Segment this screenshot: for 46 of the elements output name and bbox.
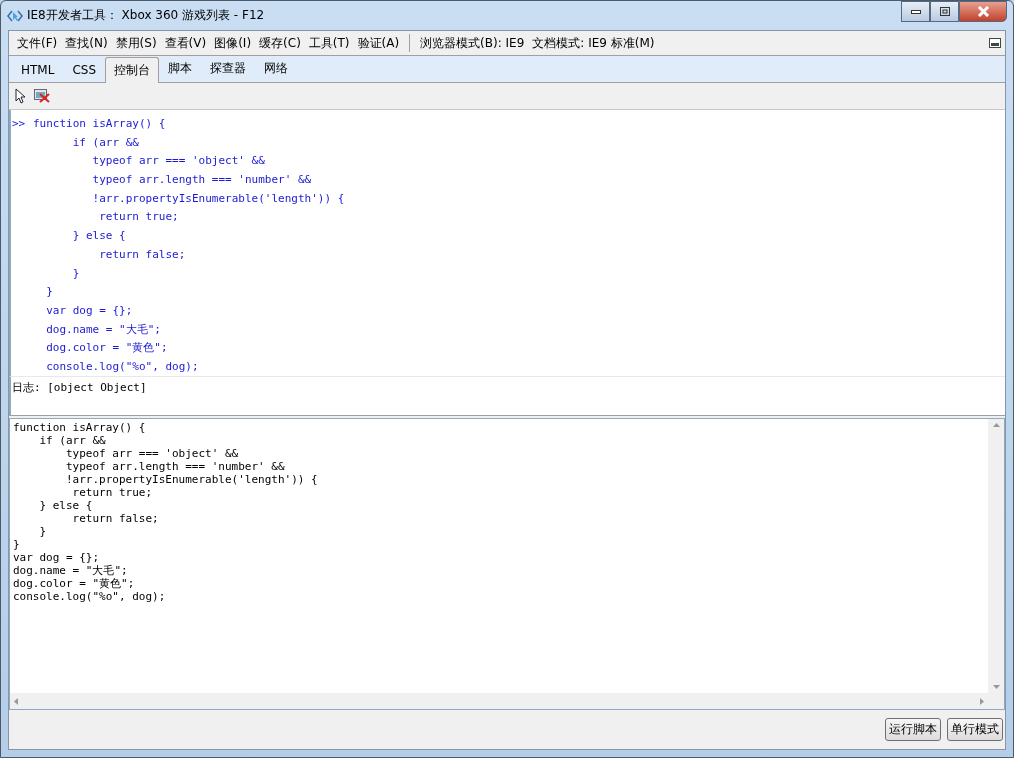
mode-menu-item[interactable]: 文档模式: IE9 标准(M) — [528, 34, 659, 52]
menu-item[interactable]: 图像(I) — [210, 34, 256, 52]
close-button[interactable] — [959, 1, 1007, 22]
menu-item[interactable]: 查看(V) — [160, 34, 211, 52]
menu-item[interactable]: 工具(T) — [304, 34, 354, 52]
menu-item[interactable]: 缓存(C) — [255, 34, 305, 52]
close-icon — [976, 6, 990, 17]
menu-item[interactable]: 文件(F) — [13, 34, 62, 52]
console-code-line: function isArray() { — [33, 116, 166, 130]
tab[interactable]: CSS — [63, 58, 106, 82]
tab[interactable]: 控制台 — [105, 57, 160, 83]
console-code-line: } — [45, 285, 53, 299]
tab[interactable]: HTML — [12, 58, 64, 82]
console-code-line: !arr.propertyIsEnumerable('length')) { — [91, 191, 345, 205]
console-code-line: return false; — [98, 247, 186, 261]
console-code-line: return true; — [98, 210, 179, 224]
minimize-icon — [910, 9, 921, 14]
console-code-line: var dog = {}; — [45, 304, 133, 318]
console-code-line: if (arr && — [71, 135, 139, 149]
pointer-icon[interactable] — [15, 88, 26, 104]
window-title: IE8开发者工具： Xbox 360 游戏列表 - F12 — [27, 7, 266, 24]
console-code-line: typeof arr.length === 'number' && — [91, 173, 312, 186]
menu-item[interactable]: 验证(A) — [353, 34, 404, 52]
minimize-button[interactable] — [901, 1, 930, 22]
action-button[interactable]: 运行脚本 — [885, 718, 941, 741]
console-code-line: console.log("%o", dog); — [45, 360, 199, 374]
console-code-line: typeof arr === 'object' && — [91, 154, 265, 168]
console-code-line: } else { — [71, 229, 126, 243]
console-code-line: } — [71, 266, 80, 280]
maximize-button[interactable] — [930, 1, 959, 22]
tab[interactable]: 网络 — [255, 55, 298, 82]
dock-icon[interactable] — [989, 38, 1001, 48]
action-button[interactable]: 单行模式 — [947, 718, 1003, 741]
tab[interactable]: 探查器 — [201, 55, 256, 82]
console-log-line: 日志: [object Object] — [12, 380, 147, 395]
script-editor[interactable]: function isArray() { if (arr && typeof arr === 'object' && typeof arr.length === 'number' && !arr.propertyIsEnumerable('length')) { return true; } else { return false; } } var dog = {}; dog.name = "大毛"; dog.color = "黄色"; console.log("%o", dog); — [10, 419, 988, 693]
devtools-icon — [7, 8, 23, 23]
console-code-line: dog.color = "黄色"; — [45, 340, 168, 356]
console-code-line: dog.name = "大毛"; — [45, 321, 161, 337]
clear-console-icon[interactable] — [34, 89, 50, 103]
menu-item[interactable]: 禁用(S) — [111, 34, 161, 52]
menu-item[interactable]: 查找(N) — [61, 34, 112, 52]
tab[interactable]: 脚本 — [159, 55, 202, 82]
console-prompt: >> — [11, 116, 27, 130]
restore-icon — [939, 7, 950, 16]
mode-menu-item[interactable]: 浏览器模式(B): IE9 — [416, 34, 529, 52]
